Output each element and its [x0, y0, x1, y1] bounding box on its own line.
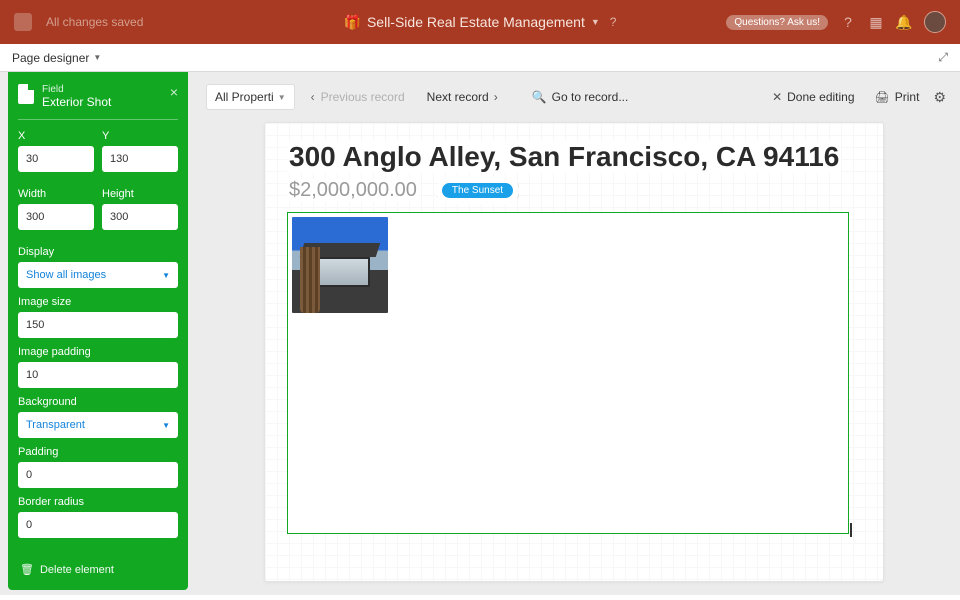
chevron-down-icon: ▼ — [93, 53, 101, 62]
image-size-label: Image size — [18, 296, 178, 308]
exterior-shot-field[interactable] — [287, 212, 849, 534]
chevron-down-icon: ▼ — [162, 271, 170, 280]
bell-icon[interactable]: 🔔 — [896, 14, 912, 30]
help-icon[interactable]: ? — [610, 15, 617, 29]
tag-container[interactable]: The Sunset — [437, 184, 519, 198]
apps-icon[interactable]: ▦ — [868, 14, 884, 30]
delete-element-button[interactable]: 🗑 Delete element — [20, 563, 114, 576]
close-icon: ✕ — [772, 90, 782, 104]
price-field[interactable]: $2,000,000.00 — [287, 179, 419, 202]
chevron-left-icon: ‹ — [311, 90, 315, 104]
exterior-shot-thumbnail[interactable] — [292, 217, 388, 313]
app-title[interactable]: Sell-Side Real Estate Management — [367, 14, 585, 30]
field-caption: Field — [42, 84, 162, 95]
expand-icon[interactable]: ⤢ — [938, 50, 948, 65]
search-icon: 🔍 — [532, 90, 547, 104]
element-inspector-panel: Field Exterior Shot × X Y Width Height — [8, 72, 188, 590]
tag-pill: The Sunset — [442, 183, 513, 198]
page-canvas[interactable]: 300 Anglo Alley, San Francisco, CA 94116… — [264, 122, 884, 582]
workspace: Field Exterior Shot × X Y Width Height — [0, 72, 960, 600]
image-padding-input[interactable] — [18, 362, 178, 388]
avatar[interactable] — [924, 11, 946, 33]
subbar: Page designer ▼ ⤢ — [0, 44, 960, 72]
display-value: Show all images — [26, 269, 106, 281]
y-label: Y — [102, 130, 178, 142]
trash-icon: 🗑 — [20, 563, 34, 576]
x-input[interactable] — [18, 146, 94, 172]
background-select[interactable]: Transparent ▼ — [18, 412, 178, 438]
next-record-button[interactable]: Next record › — [421, 90, 504, 104]
document-icon — [18, 84, 34, 104]
border-radius-label: Border radius — [18, 496, 178, 508]
app-topbar: All changes saved 🎁 Sell-Side Real Estat… — [0, 0, 960, 44]
close-icon[interactable]: × — [170, 84, 178, 100]
x-label: X — [18, 130, 94, 142]
chevron-right-icon: › — [494, 90, 498, 104]
chevron-down-icon: ▼ — [162, 421, 170, 430]
padding-input[interactable] — [18, 462, 178, 488]
print-label: Print — [895, 90, 920, 104]
save-status: All changes saved — [46, 15, 143, 29]
width-input[interactable] — [18, 204, 94, 230]
delete-element-label: Delete element — [40, 564, 114, 576]
page-designer-dropdown[interactable]: Page designer ▼ — [12, 51, 101, 65]
background-value: Transparent — [26, 419, 85, 431]
width-label: Width — [18, 188, 94, 200]
gift-icon: 🎁 — [344, 14, 361, 31]
chevron-down-icon: ▼ — [278, 93, 286, 102]
print-button[interactable]: 🖨 Print — [869, 90, 926, 104]
height-input[interactable] — [102, 204, 178, 230]
display-select[interactable]: Show all images ▼ — [18, 262, 178, 288]
border-radius-input[interactable] — [18, 512, 178, 538]
y-input[interactable] — [102, 146, 178, 172]
ask-us-button[interactable]: Questions? Ask us! — [726, 15, 828, 30]
previous-record-label: Previous record — [321, 90, 405, 104]
padding-label: Padding — [18, 446, 178, 458]
record-toolbar: All Properti ▼ ‹ Previous record Next re… — [206, 82, 946, 112]
done-editing-label: Done editing — [787, 90, 854, 104]
field-name: Exterior Shot — [42, 95, 162, 109]
app-logo-icon[interactable] — [14, 13, 32, 31]
done-editing-button[interactable]: ✕ Done editing — [766, 90, 860, 104]
view-picker[interactable]: All Properti ▼ — [206, 84, 295, 110]
image-size-input[interactable] — [18, 312, 178, 338]
page-designer-label: Page designer — [12, 51, 89, 65]
image-padding-label: Image padding — [18, 346, 178, 358]
go-to-record-label: Go to record... — [552, 90, 629, 104]
print-icon: 🖨 — [875, 90, 890, 104]
status-bar — [0, 594, 960, 600]
previous-record-button[interactable]: ‹ Previous record — [303, 90, 413, 104]
chevron-down-icon[interactable]: ▼ — [591, 17, 600, 27]
page-title[interactable]: 300 Anglo Alley, San Francisco, CA 94116 — [287, 141, 841, 173]
display-label: Display — [18, 246, 178, 258]
background-label: Background — [18, 396, 178, 408]
go-to-record-button[interactable]: 🔍 Go to record... — [526, 90, 635, 104]
resize-handle-icon[interactable] — [850, 523, 852, 537]
next-record-label: Next record — [427, 90, 489, 104]
gear-icon[interactable]: ⚙ — [933, 89, 946, 106]
help-circle-icon[interactable]: ? — [840, 14, 856, 30]
height-label: Height — [102, 188, 178, 200]
view-name: All Properti — [215, 90, 274, 104]
